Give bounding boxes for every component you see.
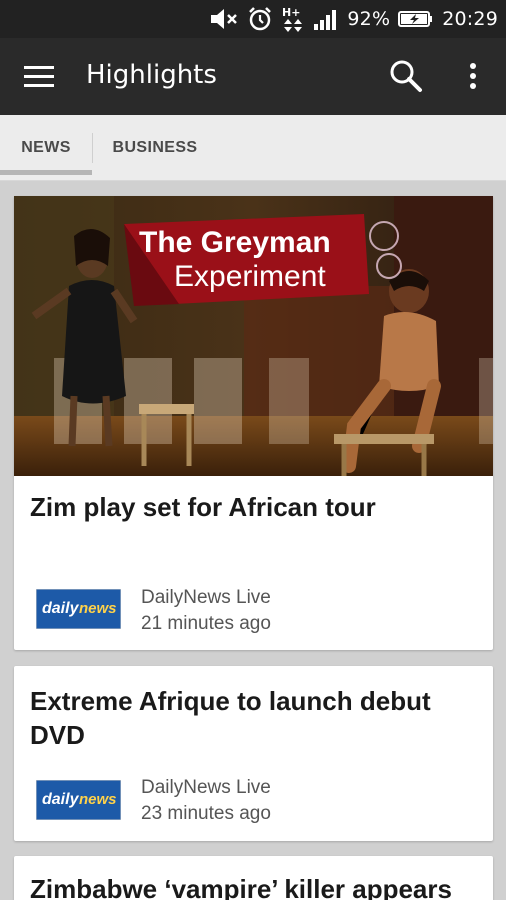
status-bar: H+ 92% 20:29 bbox=[0, 0, 506, 38]
svg-text:news: news bbox=[79, 791, 117, 808]
source-logo: daily news bbox=[35, 779, 122, 821]
mute-icon bbox=[209, 7, 239, 31]
article-card[interactable]: Zimbabwe ‘vampire’ killer appears bbox=[14, 856, 493, 900]
article-source: DailyNews Live bbox=[141, 587, 271, 608]
page-title: Highlights bbox=[86, 60, 217, 90]
article-time: 21 minutes ago bbox=[141, 613, 271, 634]
article-source: DailyNews Live bbox=[141, 777, 271, 798]
article-card[interactable]: The Greyman Experiment Zim play set for … bbox=[14, 196, 493, 650]
alarm-icon bbox=[247, 6, 273, 32]
article-time: 23 minutes ago bbox=[141, 803, 271, 824]
svg-text:daily: daily bbox=[42, 791, 80, 808]
clock: 20:29 bbox=[442, 8, 498, 30]
article-image: The Greyman Experiment bbox=[14, 196, 493, 476]
status-icons: H+ 92% 20:29 bbox=[209, 0, 498, 38]
article-headline: Extreme Afrique to launch debut DVD bbox=[30, 686, 431, 750]
tab-business[interactable]: BUSINESS bbox=[94, 115, 216, 181]
tab-selected-indicator bbox=[0, 170, 92, 175]
article-headline: Zimbabwe ‘vampire’ killer appears bbox=[30, 874, 452, 900]
battery-icon bbox=[398, 9, 434, 29]
svg-text:daily: daily bbox=[42, 600, 80, 617]
menu-icon[interactable] bbox=[22, 62, 58, 92]
svg-text:H+: H+ bbox=[282, 6, 300, 19]
svg-text:news: news bbox=[79, 600, 117, 617]
battery-percent: 92% bbox=[347, 8, 391, 30]
overflow-icon[interactable] bbox=[458, 56, 488, 96]
signal-icon bbox=[313, 7, 339, 31]
app-toolbar: Highlights bbox=[0, 38, 506, 115]
image-caption-line2: Experiment bbox=[174, 260, 326, 293]
search-icon[interactable] bbox=[386, 56, 426, 96]
data-transfer-icon: H+ bbox=[281, 5, 305, 33]
tab-divider bbox=[92, 133, 93, 163]
article-headline: Zim play set for African tour bbox=[30, 492, 376, 522]
article-card[interactable]: Extreme Afrique to launch debut DVD dail… bbox=[14, 666, 493, 841]
image-caption-line1: The Greyman bbox=[139, 226, 331, 259]
source-logo: daily news bbox=[35, 588, 122, 630]
